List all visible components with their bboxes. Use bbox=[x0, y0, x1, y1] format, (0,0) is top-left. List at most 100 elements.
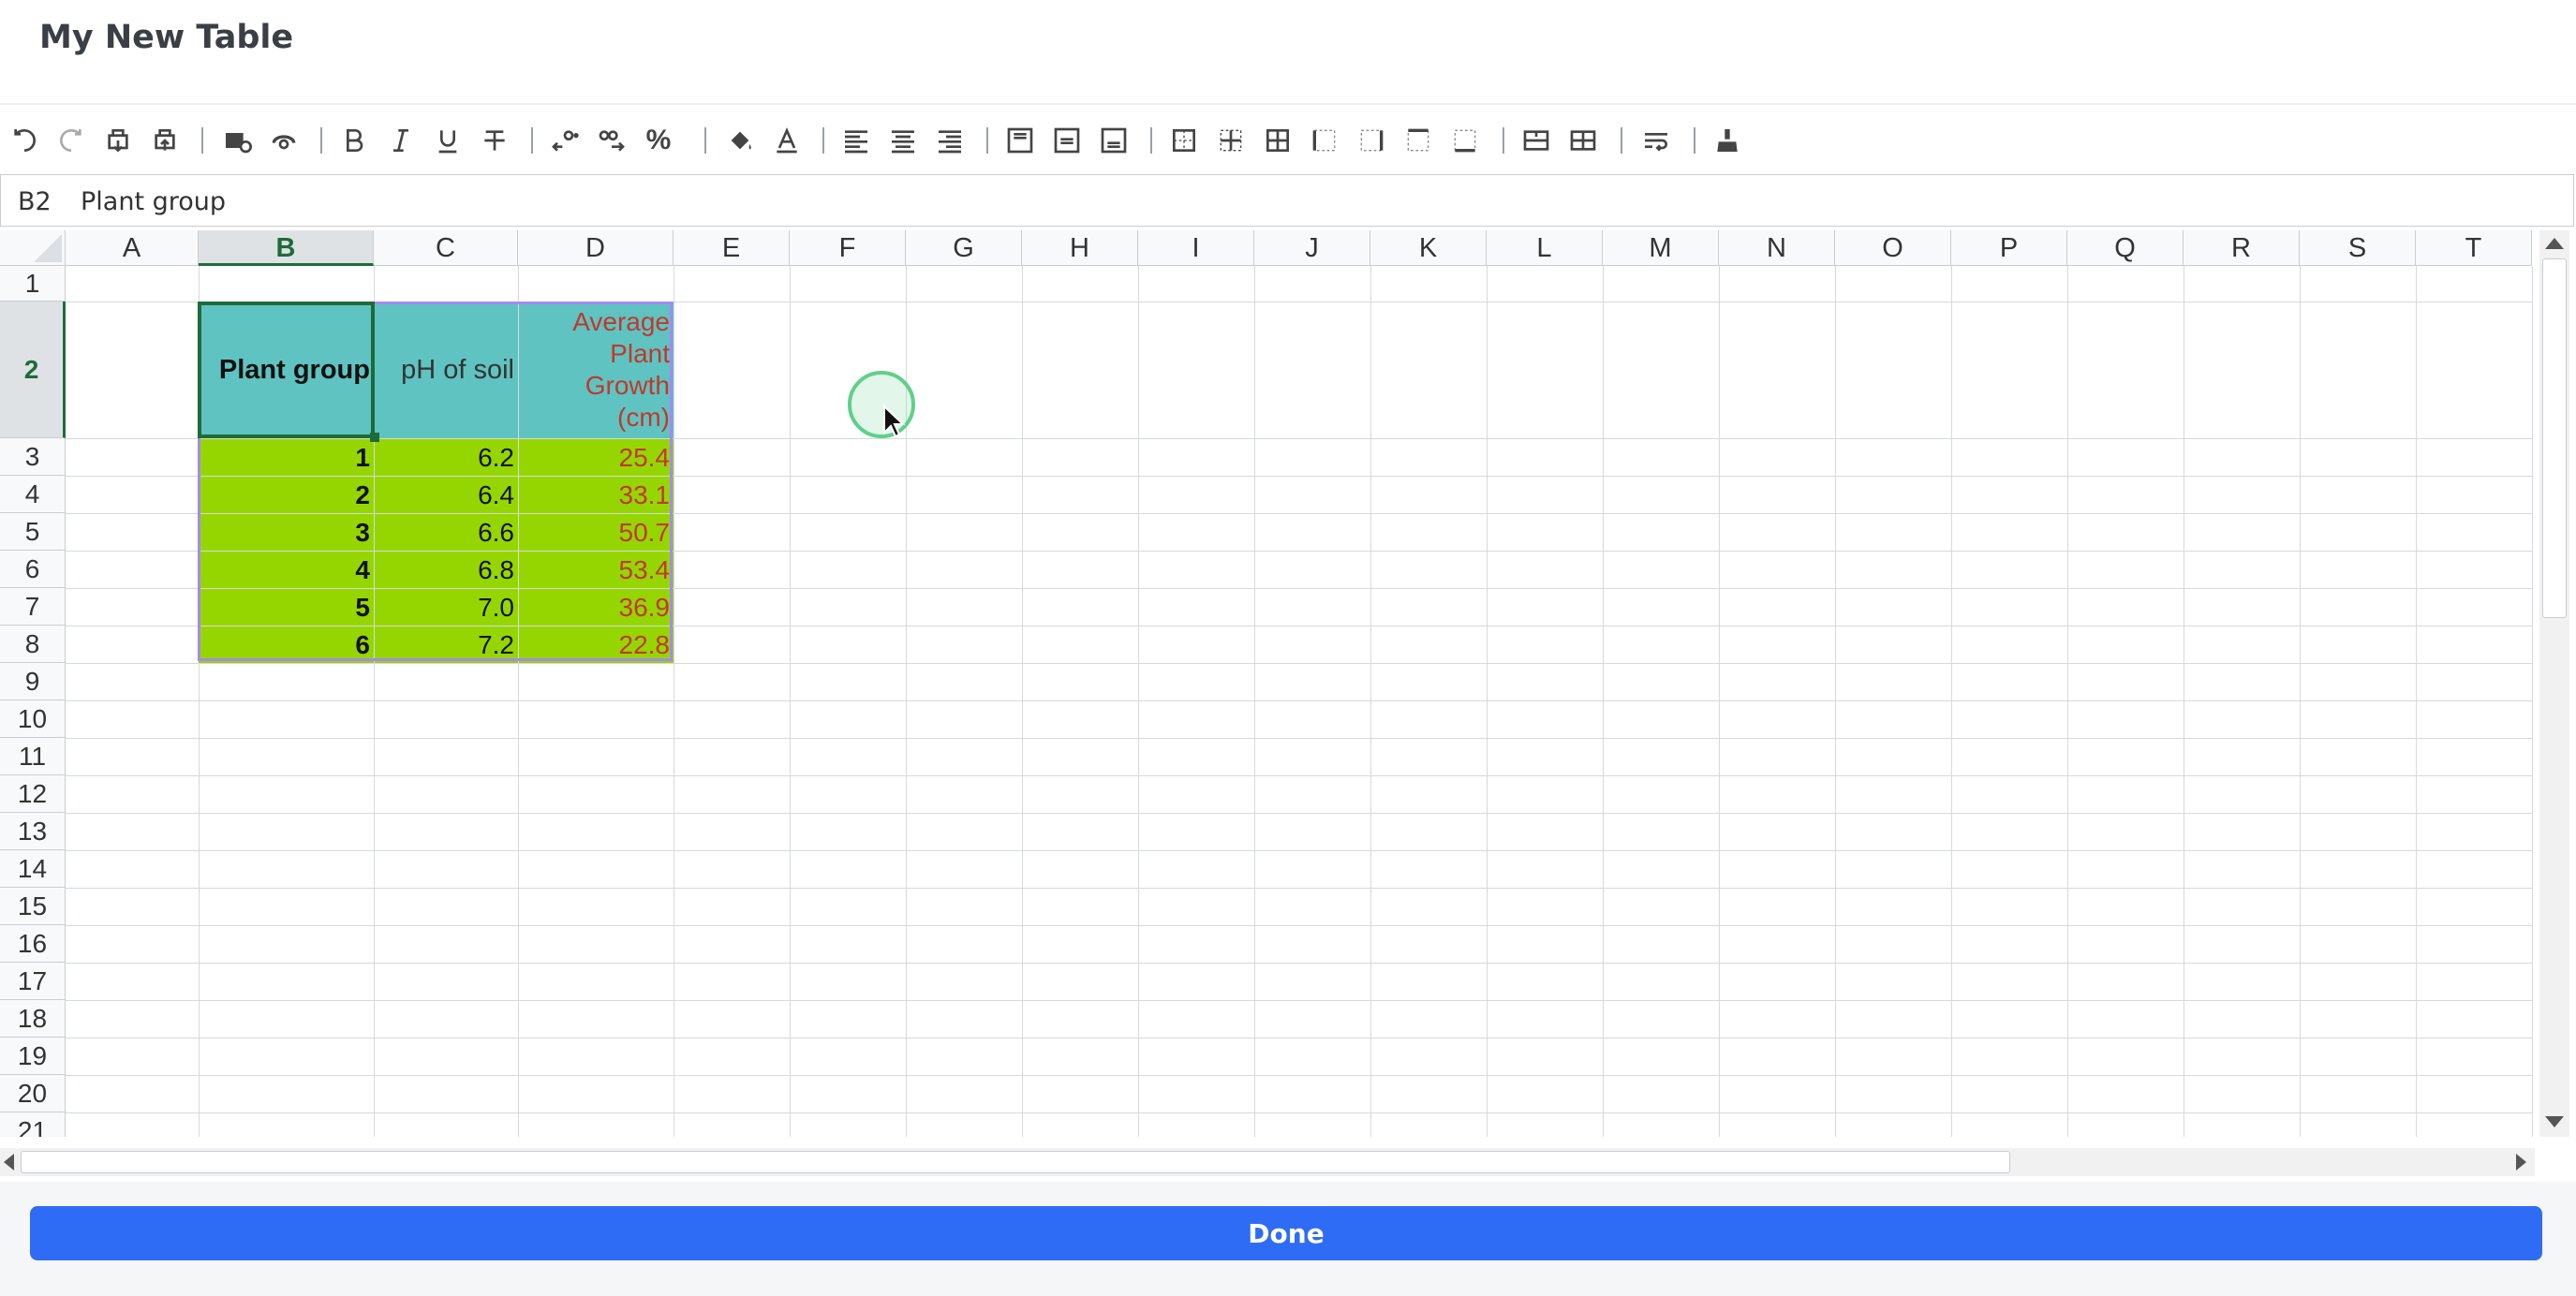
row-header-5[interactable]: 5 bbox=[0, 513, 66, 551]
formula-bar[interactable]: B2 Plant group bbox=[0, 174, 2574, 227]
borders-grid-icon[interactable] bbox=[1261, 124, 1295, 157]
clear-format-icon[interactable] bbox=[1710, 124, 1744, 157]
fill-color-icon[interactable] bbox=[723, 124, 757, 157]
bold-icon[interactable] bbox=[337, 124, 371, 157]
scroll-right-icon[interactable] bbox=[2516, 1154, 2526, 1171]
column-header-c[interactable]: C bbox=[374, 230, 518, 266]
column-header-k[interactable]: K bbox=[1370, 230, 1487, 266]
cell-b2[interactable]: Plant group bbox=[199, 302, 374, 438]
done-button[interactable]: Done bbox=[30, 1206, 2542, 1260]
column-header-t[interactable]: T bbox=[2416, 230, 2532, 266]
row-header-4[interactable]: 4 bbox=[0, 476, 66, 513]
row-header-15[interactable]: 15 bbox=[0, 888, 66, 925]
italic-icon[interactable] bbox=[384, 124, 418, 157]
row-header-16[interactable]: 16 bbox=[0, 925, 66, 963]
column-header-m[interactable]: M bbox=[1603, 230, 1719, 266]
select-all-corner[interactable] bbox=[0, 230, 66, 266]
cell-d6[interactable]: 53.4 bbox=[519, 552, 674, 588]
align-right-icon[interactable] bbox=[933, 124, 967, 157]
wrap-text-icon[interactable] bbox=[1639, 124, 1673, 157]
text-color-icon[interactable] bbox=[770, 124, 804, 157]
scroll-left-icon[interactable] bbox=[4, 1154, 14, 1171]
fill-handle[interactable] bbox=[370, 433, 379, 442]
cell-b6[interactable]: 4 bbox=[199, 552, 374, 588]
cell-d5[interactable]: 50.7 bbox=[519, 514, 674, 551]
align-center-icon[interactable] bbox=[886, 124, 920, 157]
valign-top-icon[interactable] bbox=[1003, 124, 1037, 157]
column-header-n[interactable]: N bbox=[1719, 230, 1835, 266]
cell-d3[interactable]: 25.4 bbox=[519, 439, 674, 476]
row-header-10[interactable]: 10 bbox=[0, 700, 66, 738]
row-header-20[interactable]: 20 bbox=[0, 1075, 66, 1112]
scroll-up-icon[interactable] bbox=[2545, 238, 2564, 249]
cell-c5[interactable]: 6.6 bbox=[375, 514, 518, 551]
scroll-down-icon[interactable] bbox=[2545, 1116, 2564, 1127]
row-header-9[interactable]: 9 bbox=[0, 663, 66, 700]
percent-icon[interactable]: % bbox=[642, 124, 675, 157]
import-icon[interactable] bbox=[148, 124, 182, 157]
cell-b3[interactable]: 1 bbox=[199, 439, 374, 476]
strikethrough-icon[interactable] bbox=[478, 124, 511, 157]
column-header-r[interactable]: R bbox=[2184, 230, 2300, 266]
row-header-12[interactable]: 12 bbox=[0, 775, 66, 813]
column-header-j[interactable]: J bbox=[1254, 230, 1370, 266]
borders-inner-icon[interactable] bbox=[1214, 124, 1248, 157]
cell-c4[interactable]: 6.4 bbox=[375, 477, 518, 513]
row-header-7[interactable]: 7 bbox=[0, 588, 66, 626]
cell-b7[interactable]: 5 bbox=[199, 589, 374, 626]
column-header-q[interactable]: Q bbox=[2067, 230, 2184, 266]
cell-c2[interactable]: pH of soil bbox=[375, 302, 518, 438]
borders-top-icon[interactable] bbox=[1401, 124, 1435, 157]
row-header-1[interactable]: 1 bbox=[0, 266, 66, 302]
column-header-d[interactable]: D bbox=[518, 230, 674, 266]
column-header-o[interactable]: O bbox=[1835, 230, 1951, 266]
borders-right-icon[interactable] bbox=[1355, 124, 1388, 157]
link-icon[interactable] bbox=[267, 124, 301, 157]
cell-b5[interactable]: 3 bbox=[199, 514, 374, 551]
cell-c3[interactable]: 6.2 bbox=[375, 439, 518, 476]
row-header-18[interactable]: 18 bbox=[0, 1000, 66, 1038]
column-header-i[interactable]: I bbox=[1138, 230, 1254, 266]
decrease-decimal-icon[interactable] bbox=[548, 124, 582, 157]
row-header-17[interactable]: 17 bbox=[0, 963, 66, 1000]
align-left-icon[interactable] bbox=[839, 124, 873, 157]
vertical-scroll-thumb[interactable] bbox=[2542, 258, 2567, 618]
row-header-19[interactable]: 19 bbox=[0, 1038, 66, 1075]
column-header-h[interactable]: H bbox=[1022, 230, 1138, 266]
underline-icon[interactable] bbox=[431, 124, 465, 157]
borders-bottom-icon[interactable] bbox=[1448, 124, 1482, 157]
column-header-g[interactable]: G bbox=[906, 230, 1022, 266]
row-header-8[interactable]: 8 bbox=[0, 626, 66, 663]
row-header-21[interactable]: 21 bbox=[0, 1112, 66, 1137]
column-header-p[interactable]: P bbox=[1951, 230, 2067, 266]
cell-d2[interactable]: Average Plant Growth (cm) bbox=[519, 302, 674, 438]
column-header-l[interactable]: L bbox=[1487, 230, 1603, 266]
row-header-13[interactable]: 13 bbox=[0, 813, 66, 850]
redo-icon[interactable] bbox=[54, 124, 88, 157]
column-header-f[interactable]: F bbox=[790, 230, 906, 266]
spreadsheet-grid[interactable]: A B C D E F G H I J K L M N O P Q R S T … bbox=[0, 230, 2535, 1137]
column-header-e[interactable]: E bbox=[674, 230, 790, 266]
column-header-s[interactable]: S bbox=[2300, 230, 2416, 266]
unmerge-cells-icon[interactable] bbox=[1566, 124, 1600, 157]
valign-middle-icon[interactable] bbox=[1050, 124, 1084, 157]
horizontal-scroll-thumb[interactable] bbox=[21, 1151, 2010, 1173]
cell-b8[interactable]: 6 bbox=[199, 626, 374, 663]
cell-b4[interactable]: 2 bbox=[199, 477, 374, 513]
merge-cells-icon[interactable] bbox=[1519, 124, 1553, 157]
borders-all-icon[interactable] bbox=[1167, 124, 1201, 157]
row-header-14[interactable]: 14 bbox=[0, 850, 66, 888]
valign-bottom-icon[interactable] bbox=[1097, 124, 1131, 157]
export-icon[interactable] bbox=[101, 124, 135, 157]
column-header-a[interactable]: A bbox=[66, 230, 199, 266]
undo-icon[interactable] bbox=[7, 124, 41, 157]
increase-decimal-icon[interactable] bbox=[595, 124, 629, 157]
column-header-b[interactable]: B bbox=[199, 230, 374, 266]
formula-input[interactable]: Plant group bbox=[81, 187, 226, 216]
cell-c8[interactable]: 7.2 bbox=[375, 626, 518, 663]
cell-c7[interactable]: 7.0 bbox=[375, 589, 518, 626]
row-header-3[interactable]: 3 bbox=[0, 438, 66, 476]
row-header-2[interactable]: 2 bbox=[0, 302, 66, 438]
row-header-6[interactable]: 6 bbox=[0, 551, 66, 588]
insert-image-icon[interactable] bbox=[220, 124, 254, 157]
